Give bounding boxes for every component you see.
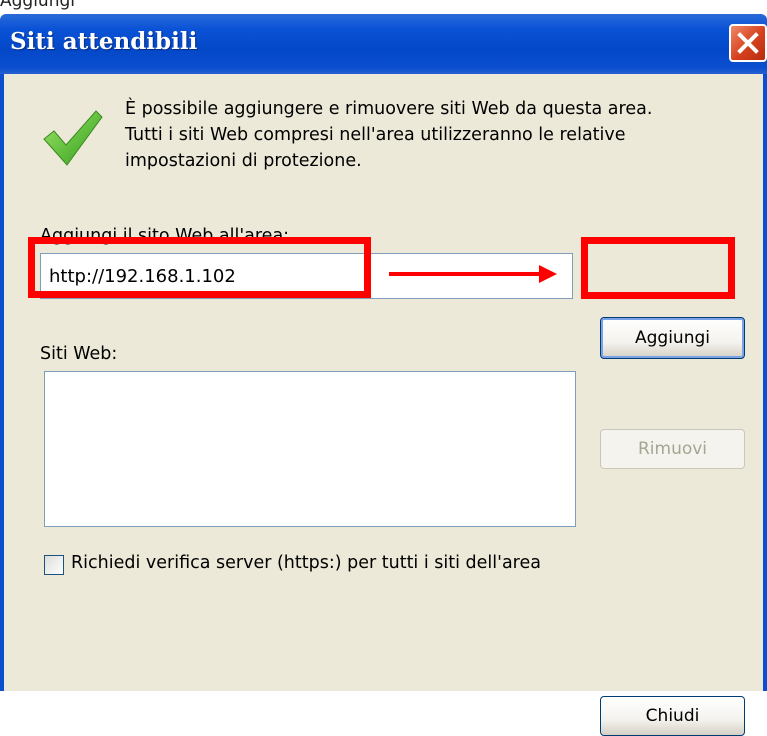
dialog-client-area: È possibile aggiungere e rimuovere siti …	[0, 74, 767, 736]
add-button-highlight	[581, 237, 735, 299]
require-https-label: Richiedi verifica server (https:) per tu…	[71, 553, 541, 573]
checkmark-icon	[43, 110, 103, 166]
partial-text-top: Aggiungi	[0, 0, 75, 11]
sites-list-label: Siti Web:	[40, 344, 118, 364]
close-button[interactable]: Chiudi	[600, 696, 745, 736]
trusted-sites-dialog: Siti attendibili È possibile aggiungere …	[0, 14, 767, 736]
close-window-button[interactable]	[729, 24, 767, 62]
close-icon	[737, 32, 759, 54]
title-bar: Siti attendibili	[0, 14, 767, 74]
message-line-3: impostazioni di protezione.	[125, 151, 362, 171]
message-line-2: Tutti i siti Web compresi nell'area util…	[125, 125, 626, 145]
dialog-title: Siti attendibili	[10, 28, 198, 55]
info-message: È possibile aggiungere e rimuovere siti …	[125, 96, 745, 174]
arrow-right-icon	[389, 265, 557, 283]
add-button[interactable]: Aggiungi	[600, 317, 745, 359]
sites-list[interactable]	[44, 371, 576, 527]
url-input-highlight	[28, 237, 371, 298]
require-https-checkbox[interactable]	[44, 555, 64, 575]
remove-button[interactable]: Rimuovi	[600, 429, 745, 469]
message-line-1: È possibile aggiungere e rimuovere siti …	[125, 99, 653, 119]
